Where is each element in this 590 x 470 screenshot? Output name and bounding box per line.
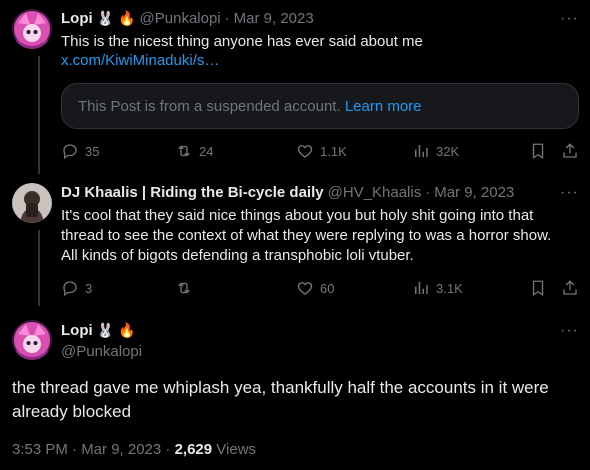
- views-button[interactable]: 3.1K: [412, 279, 463, 297]
- tweet-link[interactable]: x.com/KiwiMinaduki/s…: [61, 52, 219, 69]
- suspended-notice: This Post is from a suspended account.: [78, 98, 341, 115]
- repost-button[interactable]: 24: [175, 142, 213, 160]
- heart-icon: [297, 282, 313, 295]
- view-count: 2,629: [174, 441, 213, 458]
- tweet-timestamp[interactable]: 3:53 PM · Mar 9, 2023 ·: [12, 441, 170, 458]
- repost-icon: [178, 145, 190, 157]
- reply-icon: [63, 144, 77, 160]
- views-label: Views: [216, 441, 257, 458]
- like-button[interactable]: 60: [296, 279, 334, 297]
- repost-button[interactable]: [175, 279, 199, 297]
- thread-connector: [38, 230, 40, 306]
- suspended-quote-card: This Post is from a suspended account. L…: [61, 83, 579, 129]
- tweet-date[interactable]: Mar 9, 2023: [234, 10, 314, 27]
- fire-emoji-icon: 🔥: [118, 10, 136, 26]
- reply-icon: [63, 281, 77, 297]
- like-button[interactable]: 1.1K: [296, 142, 347, 160]
- more-options-icon[interactable]: ···: [560, 322, 579, 340]
- tweet-text: This is the nicest thing anyone has ever…: [61, 33, 423, 50]
- main-tweet-text: the thread gave me whiplash yea, thankfu…: [12, 376, 582, 424]
- views-button[interactable]: 32K: [412, 142, 459, 160]
- reply-button[interactable]: 3: [61, 279, 92, 297]
- share-icon: [563, 280, 577, 295]
- thread-connector: [38, 56, 40, 174]
- reply-button[interactable]: 35: [61, 142, 99, 160]
- tweet-date[interactable]: Mar 9, 2023: [434, 184, 514, 201]
- avatar[interactable]: [12, 320, 52, 360]
- handle[interactable]: @Punkalopi: [140, 10, 221, 27]
- heart-icon: [297, 145, 313, 158]
- avatar[interactable]: [12, 183, 52, 223]
- handle[interactable]: @HV_Khaalis: [328, 184, 422, 201]
- bunny-emoji-icon: 🐰: [96, 322, 115, 338]
- more-options-icon[interactable]: ···: [560, 184, 579, 202]
- analytics-icon: [415, 282, 428, 294]
- bookmark-button[interactable]: [529, 142, 547, 165]
- handle[interactable]: @Punkalopi: [61, 343, 142, 360]
- share-icon: [563, 143, 577, 158]
- repost-icon: [178, 282, 190, 294]
- separator: ·: [224, 10, 230, 27]
- view-count: 3.1K: [436, 280, 463, 296]
- main-tweet-author: Lopi 🐰 🔥: [61, 322, 136, 339]
- bunny-emoji-icon: 🐰: [96, 10, 115, 26]
- display-name[interactable]: DJ Khaalis | Riding the Bi-cycle daily: [61, 184, 324, 201]
- reply-count: 3: [85, 280, 93, 296]
- view-count: 32K: [436, 143, 460, 159]
- tweet-text-line: thread to see the context of what they w…: [61, 227, 552, 244]
- share-button[interactable]: [561, 279, 579, 302]
- share-button[interactable]: [561, 142, 579, 165]
- tweet-text-line: All kinds of bigots defending a transpho…: [61, 247, 414, 264]
- tweet-text-line: the thread gave me whiplash yea, thankfu…: [12, 378, 549, 397]
- tweet-text-line: already blocked: [12, 402, 132, 421]
- bookmark-icon: [532, 280, 544, 297]
- display-name[interactable]: Lopi: [61, 322, 93, 339]
- display-name[interactable]: Lopi: [61, 10, 93, 27]
- tweet-text: It's cool that they said nice things abo…: [61, 206, 581, 266]
- more-options-icon[interactable]: ···: [560, 10, 579, 28]
- bookmark-button[interactable]: [529, 279, 547, 302]
- tweet-header: DJ Khaalis | Riding the Bi-cycle daily @…: [61, 184, 514, 201]
- repost-count: 24: [199, 143, 214, 159]
- analytics-icon: [415, 145, 428, 157]
- like-count: 60: [320, 280, 335, 296]
- reply-count: 35: [85, 143, 100, 159]
- avatar[interactable]: [12, 9, 52, 49]
- bookmark-icon: [532, 143, 544, 160]
- like-count: 1.1K: [320, 143, 347, 159]
- separator: ·: [425, 184, 431, 201]
- tweet-meta: 3:53 PM · Mar 9, 2023 · 2,629 Views: [12, 441, 256, 458]
- tweet-text-line: It's cool that they said nice things abo…: [61, 207, 534, 224]
- tweet-header: Lopi 🐰 🔥 @Punkalopi · Mar 9, 2023: [61, 10, 314, 27]
- learn-more-link[interactable]: Learn more: [345, 98, 422, 115]
- fire-emoji-icon: 🔥: [118, 322, 136, 338]
